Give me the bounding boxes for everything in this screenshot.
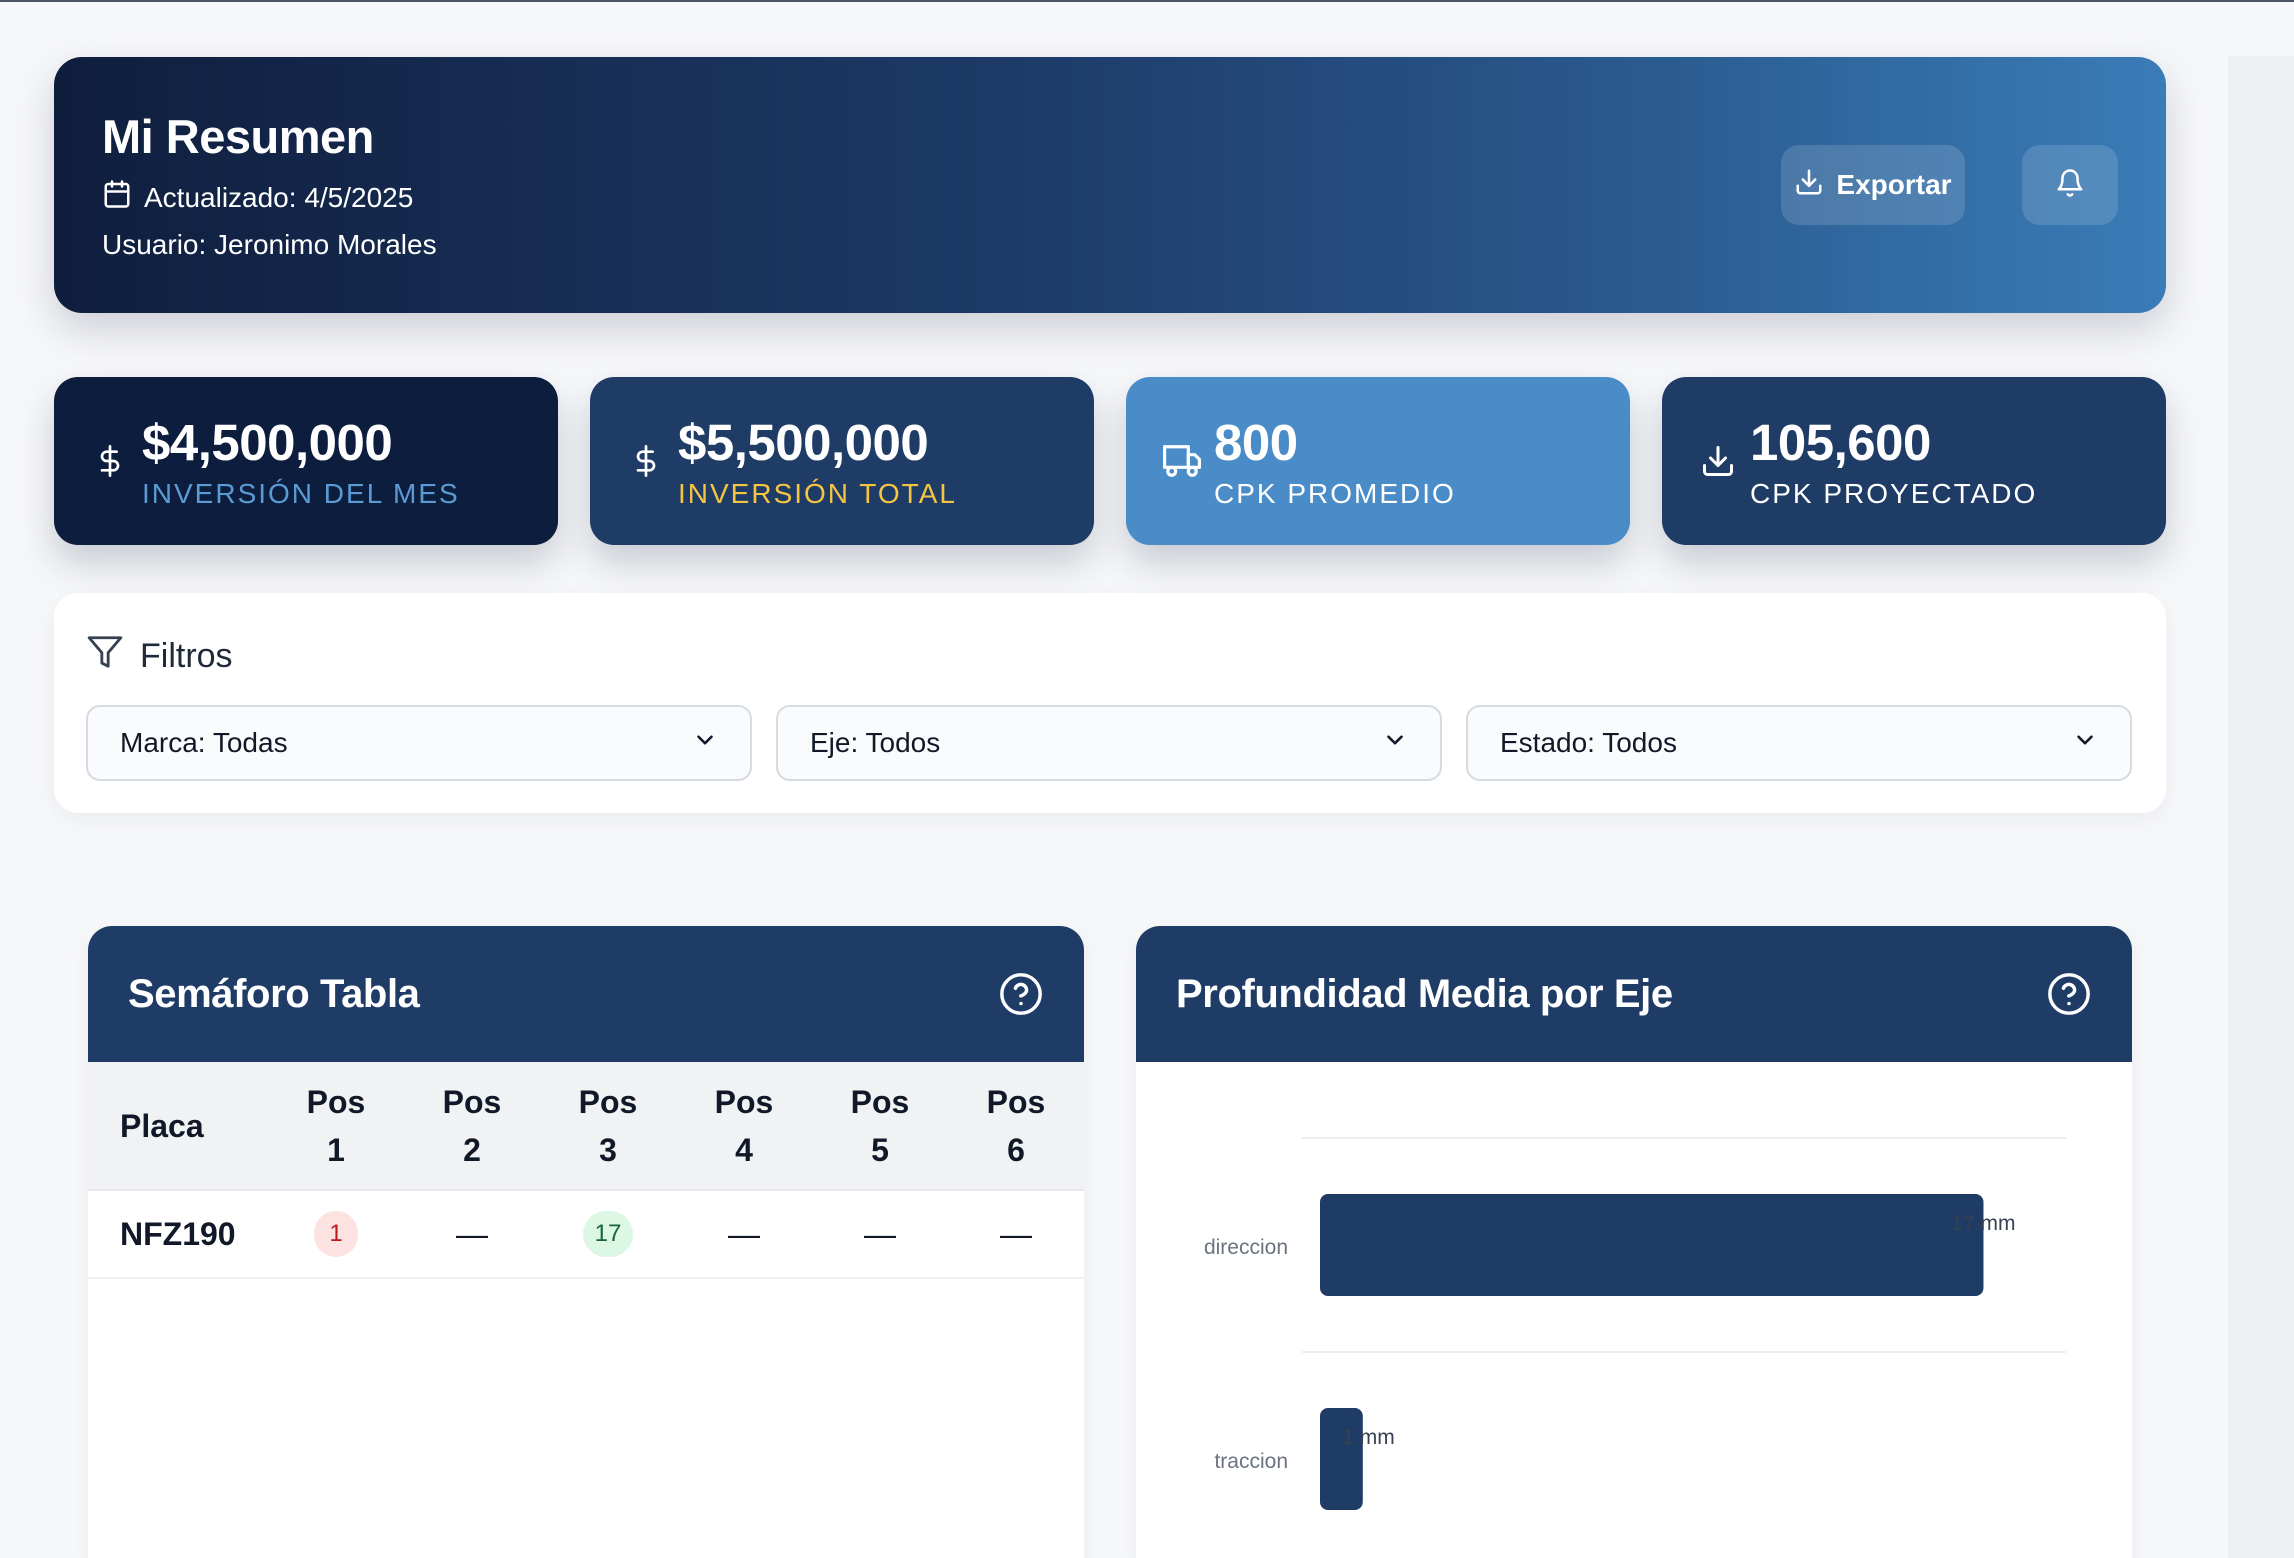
kpi-value: 105,600 — [1750, 414, 1931, 471]
axle-filter-select[interactable]: Eje: Todos — [776, 705, 1442, 781]
brand-filter-select[interactable]: Marca: Todas — [86, 705, 752, 781]
chevron-down-icon — [2072, 727, 2098, 760]
status-badge-red: 1 — [314, 1211, 358, 1257]
depth-chart-title: Profundidad Media por Eje — [1176, 971, 1673, 1016]
filters-panel: Filtros Marca: Todas Eje: Todos Estado: … — [54, 593, 2166, 813]
column-header: Placa — [88, 1062, 268, 1191]
plate-cell: NFZ190 — [88, 1190, 268, 1279]
position-cell: — — [812, 1190, 948, 1279]
column-header-label: Pos — [850, 1083, 910, 1120]
column-header: Pos 1 — [268, 1062, 404, 1191]
page-scroll-gutter — [2228, 56, 2294, 1558]
empty-value: — — [456, 1215, 488, 1252]
calendar-icon — [102, 179, 132, 216]
column-header-label: Pos — [442, 1083, 502, 1120]
kpi-value: 800 — [1214, 414, 1298, 471]
filter-icon — [86, 633, 124, 680]
chart-category-label: direccion — [1204, 1236, 1288, 1259]
empty-value: — — [1000, 1215, 1032, 1252]
download-icon — [1794, 167, 1824, 204]
filters-title: Filtros — [140, 637, 233, 675]
semaforo-title: Semáforo Tabla — [128, 971, 420, 1016]
page-title: Mi Resumen — [102, 110, 374, 163]
position-cell: 17 — [540, 1190, 676, 1279]
filters-header: Filtros — [86, 633, 233, 680]
empty-value: — — [864, 1215, 896, 1252]
summary-header: Mi Resumen Actualizado: 4/5/2025 Usuario… — [54, 57, 2166, 313]
last-updated: Actualizado: 4/5/2025 — [102, 179, 413, 216]
chart-value-label: 1 mm — [1342, 1426, 1395, 1449]
chevron-down-icon — [1382, 727, 1408, 760]
column-header: Pos 4 — [676, 1062, 812, 1191]
kpi-label: INVERSIÓN DEL MES — [142, 478, 460, 509]
brand-filter-value: Marca: Todas — [120, 727, 288, 758]
column-header: Pos 6 — [948, 1062, 1084, 1191]
status-filter-select[interactable]: Estado: Todos — [1466, 705, 2132, 781]
kpi-value: $4,500,000 — [142, 414, 393, 471]
column-header-label: Pos — [578, 1083, 638, 1120]
kpi-card-cpk-average: 800 CPK PROMEDIO — [1126, 377, 1630, 545]
kpi-value: $5,500,000 — [678, 414, 929, 471]
empty-value: — — [728, 1215, 760, 1252]
column-header-number: 4 — [735, 1131, 753, 1168]
depth-panel-header: Profundidad Media por Eje — [1136, 926, 2132, 1062]
column-header-label: Pos — [986, 1083, 1046, 1120]
current-user: Usuario: Jeronimo Morales — [102, 229, 437, 260]
column-header-number: 3 — [599, 1131, 617, 1168]
column-header: Pos 3 — [540, 1062, 676, 1191]
dollar-icon — [90, 439, 130, 483]
position-cell: — — [404, 1190, 540, 1279]
position-cell: — — [948, 1190, 1084, 1279]
table-header-row: Placa Pos 1 Pos 2 Pos 3 Pos 4 Pos 5 Pos 6 — [88, 1062, 1084, 1191]
position-cell: 1 — [268, 1190, 404, 1279]
chart-value-label: 17 mm — [1951, 1212, 2015, 1235]
download-icon — [1698, 439, 1738, 483]
status-filter-value: Estado: Todos — [1500, 727, 1677, 758]
dollar-icon — [626, 439, 666, 483]
chart-bar-traccion[interactable] — [1320, 1408, 1363, 1510]
depth-panel: Profundidad Media por Eje direccion 17 mm… — [1136, 926, 2132, 1558]
column-header-number: 5 — [871, 1131, 889, 1168]
kpi-label: CPK PROYECTADO — [1750, 478, 2038, 509]
kpi-label: INVERSIÓN TOTAL — [678, 478, 957, 509]
position-cell: — — [676, 1190, 812, 1279]
window-top-border — [0, 0, 2294, 2]
column-header-label: Pos — [714, 1083, 774, 1120]
help-icon[interactable] — [2046, 971, 2092, 1017]
column-header: Pos 2 — [404, 1062, 540, 1191]
axle-filter-value: Eje: Todos — [810, 727, 941, 758]
chart-bar-direccion[interactable] — [1320, 1194, 1984, 1296]
semaforo-panel-header: Semáforo Tabla — [88, 926, 1084, 1062]
semaforo-table: Placa Pos 1 Pos 2 Pos 3 Pos 4 Pos 5 Pos 6 NFZ1… — [88, 1062, 1084, 1279]
chevron-down-icon — [692, 727, 718, 760]
kpi-label: CPK PROMEDIO — [1214, 478, 1456, 509]
column-header-number: 1 — [327, 1131, 345, 1168]
last-updated-text: Actualizado: 4/5/2025 — [144, 181, 414, 213]
depth-bar-chart: direccion 17 mm traccion 1 mm — [1204, 1137, 2066, 1510]
table-row[interactable]: NFZ190 1 — 17 — — — — [88, 1190, 1084, 1279]
notifications-button[interactable] — [2022, 145, 2118, 225]
status-badge-green: 17 — [582, 1211, 634, 1257]
kpi-card-cpk-projected: 105,600 CPK PROYECTADO — [1662, 377, 2166, 545]
column-header-number: 2 — [463, 1131, 481, 1168]
column-header-label: Pos — [306, 1083, 366, 1120]
help-icon[interactable] — [998, 971, 1044, 1017]
chart-category-label: traccion — [1214, 1450, 1288, 1473]
export-button[interactable]: Exportar — [1781, 145, 1965, 225]
column-header-number: 6 — [1007, 1131, 1025, 1168]
export-button-label: Exportar — [1836, 169, 1952, 200]
column-header: Pos 5 — [812, 1062, 948, 1191]
truck-icon — [1162, 439, 1202, 483]
bell-icon — [2055, 168, 2085, 203]
kpi-card-monthly-investment: $4,500,000 INVERSIÓN DEL MES — [54, 377, 558, 545]
semaforo-panel: Semáforo Tabla Placa Pos 1 Pos 2 Pos 3 Pos 4… — [88, 926, 1084, 1558]
kpi-card-total-investment: $5,500,000 INVERSIÓN TOTAL — [590, 377, 1094, 545]
